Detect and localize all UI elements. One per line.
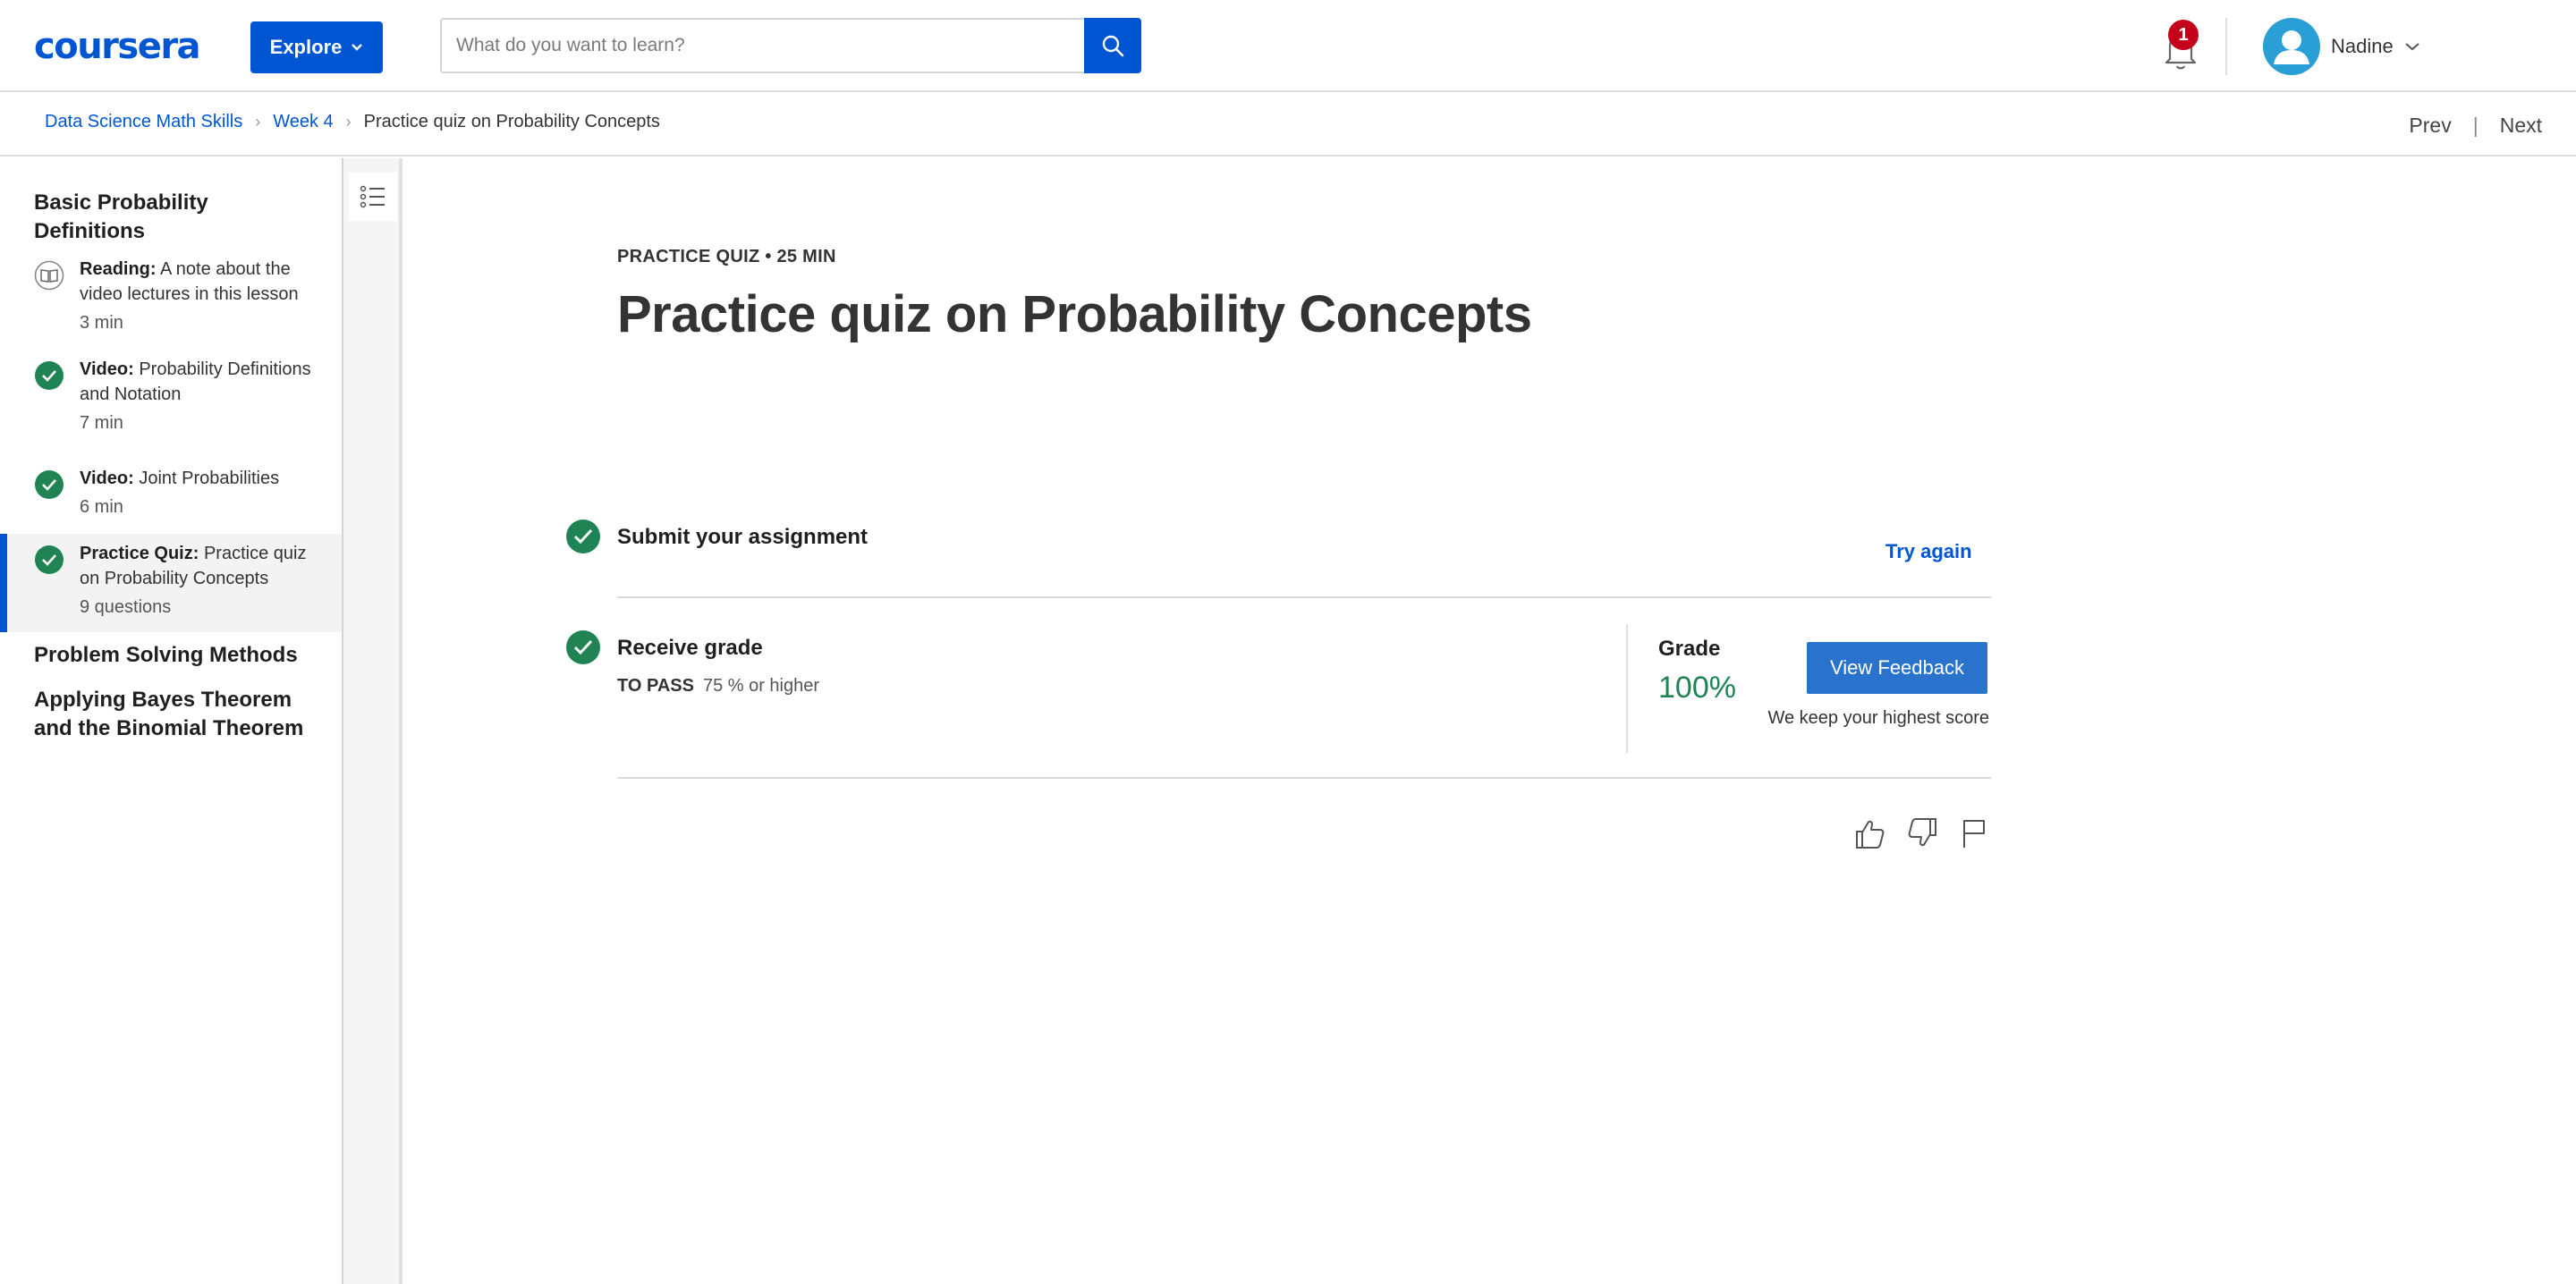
sidebar-section-title[interactable]: Problem Solving Methods [34, 641, 320, 670]
sidebar-item-practice-quiz[interactable]: Practice Quiz: Practice quiz on Probabil… [0, 534, 342, 632]
top-navigation: coursera Explore 1 Nadine [0, 0, 2576, 92]
chevron-right-icon: › [345, 113, 352, 131]
user-menu[interactable]: Nadine [2263, 18, 2420, 75]
logo-text: coursera [34, 26, 201, 67]
divider [617, 596, 1991, 598]
submit-assignment-title: Submit your assignment [617, 525, 869, 549]
divider: | [2472, 114, 2479, 137]
grade-label: Grade [1658, 637, 1721, 661]
chevron-right-icon: › [255, 113, 261, 131]
thumbs-up-icon[interactable] [1853, 815, 1885, 851]
item-kicker: PRACTICE QUIZ • 25 MIN [617, 247, 836, 266]
divider [1626, 624, 1628, 753]
breadcrumb: Data Science Math Skills › Week 4 › Prac… [45, 112, 660, 132]
sidebar-section-title[interactable]: Applying Bayes Theorem and the Binomial … [34, 686, 320, 743]
sidebar-item-reading[interactable]: Reading: A note about the video lectures… [0, 257, 342, 346]
sidebar-toggle-column [343, 158, 402, 1284]
check-circle-icon [35, 361, 64, 390]
search-button[interactable] [1084, 18, 1141, 73]
item-meta: 6 min [80, 497, 123, 517]
search-input[interactable] [456, 35, 1084, 56]
nav-divider [2225, 18, 2227, 75]
item-type: Practice Quiz: [80, 544, 199, 563]
avatar [2263, 18, 2320, 75]
item-meta: 9 questions [80, 597, 172, 617]
to-pass-value: 75 % or higher [702, 676, 820, 696]
sidebar-section-title[interactable]: Basic Probability Definitions [34, 189, 320, 246]
check-circle-icon [566, 520, 600, 553]
check-circle-icon [566, 630, 600, 664]
check-circle-icon [35, 470, 64, 499]
notification-badge: 1 [2168, 20, 2199, 50]
flag-icon[interactable] [1957, 815, 1989, 851]
receive-grade-title: Receive grade [617, 636, 763, 660]
keep-score-note: We keep your highest score [1767, 708, 1989, 728]
chevron-down-icon [352, 44, 363, 51]
course-sidebar: Basic Probability Definitions Reading: A… [0, 158, 343, 1284]
next-link[interactable]: Next [2500, 114, 2542, 138]
item-title: Joint Probabilities [139, 469, 280, 488]
item-type: Reading: [80, 259, 157, 279]
thumbs-down-icon[interactable] [1907, 815, 1939, 851]
try-again-link[interactable]: Try again [1885, 540, 1972, 563]
to-pass-requirement: TO PASS 75 % or higher [617, 676, 819, 697]
sidebar-item-text: Practice Quiz: Practice quiz on Probabil… [80, 541, 321, 620]
chevron-down-icon [2405, 43, 2419, 51]
book-icon [34, 260, 64, 291]
explore-button[interactable]: Explore [250, 21, 383, 73]
breadcrumb-bar: Data Science Math Skills › Week 4 › Prac… [0, 94, 2576, 156]
item-meta: 7 min [80, 413, 123, 433]
explore-label: Explore [269, 36, 343, 58]
item-meta: 3 min [80, 313, 123, 333]
search-field[interactable] [440, 18, 1084, 73]
list-icon [360, 185, 385, 208]
breadcrumb-current: Practice quiz on Probability Concepts [363, 112, 660, 131]
prev-link[interactable]: Prev [2409, 114, 2451, 138]
breadcrumb-course[interactable]: Data Science Math Skills [45, 112, 242, 132]
user-icon [2274, 30, 2309, 64]
coursera-logo[interactable]: coursera [34, 26, 201, 67]
sidebar-toggle-button[interactable] [349, 173, 397, 221]
sidebar-item-video[interactable]: Video: Joint Probabilities 6 min [0, 466, 342, 528]
to-pass-label: TO PASS [617, 676, 694, 696]
sidebar-item-text: Video: Joint Probabilities 6 min [80, 466, 321, 520]
check-circle-icon [35, 545, 64, 574]
sidebar-item-text: Reading: A note about the video lectures… [80, 257, 321, 335]
grade-value: 100% [1658, 671, 1736, 705]
sidebar-item-text: Video: Probability Definitions and Notat… [80, 357, 321, 435]
item-type: Video: [80, 359, 134, 379]
sidebar-item-video[interactable]: Video: Probability Definitions and Notat… [0, 357, 342, 446]
page-title: Practice quiz on Probability Concepts [617, 285, 1532, 343]
user-name: Nadine [2331, 35, 2394, 57]
breadcrumb-week[interactable]: Week 4 [273, 112, 333, 132]
item-type: Video: [80, 469, 134, 488]
search-icon [1102, 35, 1124, 57]
prev-next-nav: Prev | Next [2409, 114, 2542, 138]
divider [617, 777, 1991, 779]
view-feedback-button[interactable]: View Feedback [1807, 642, 1987, 694]
